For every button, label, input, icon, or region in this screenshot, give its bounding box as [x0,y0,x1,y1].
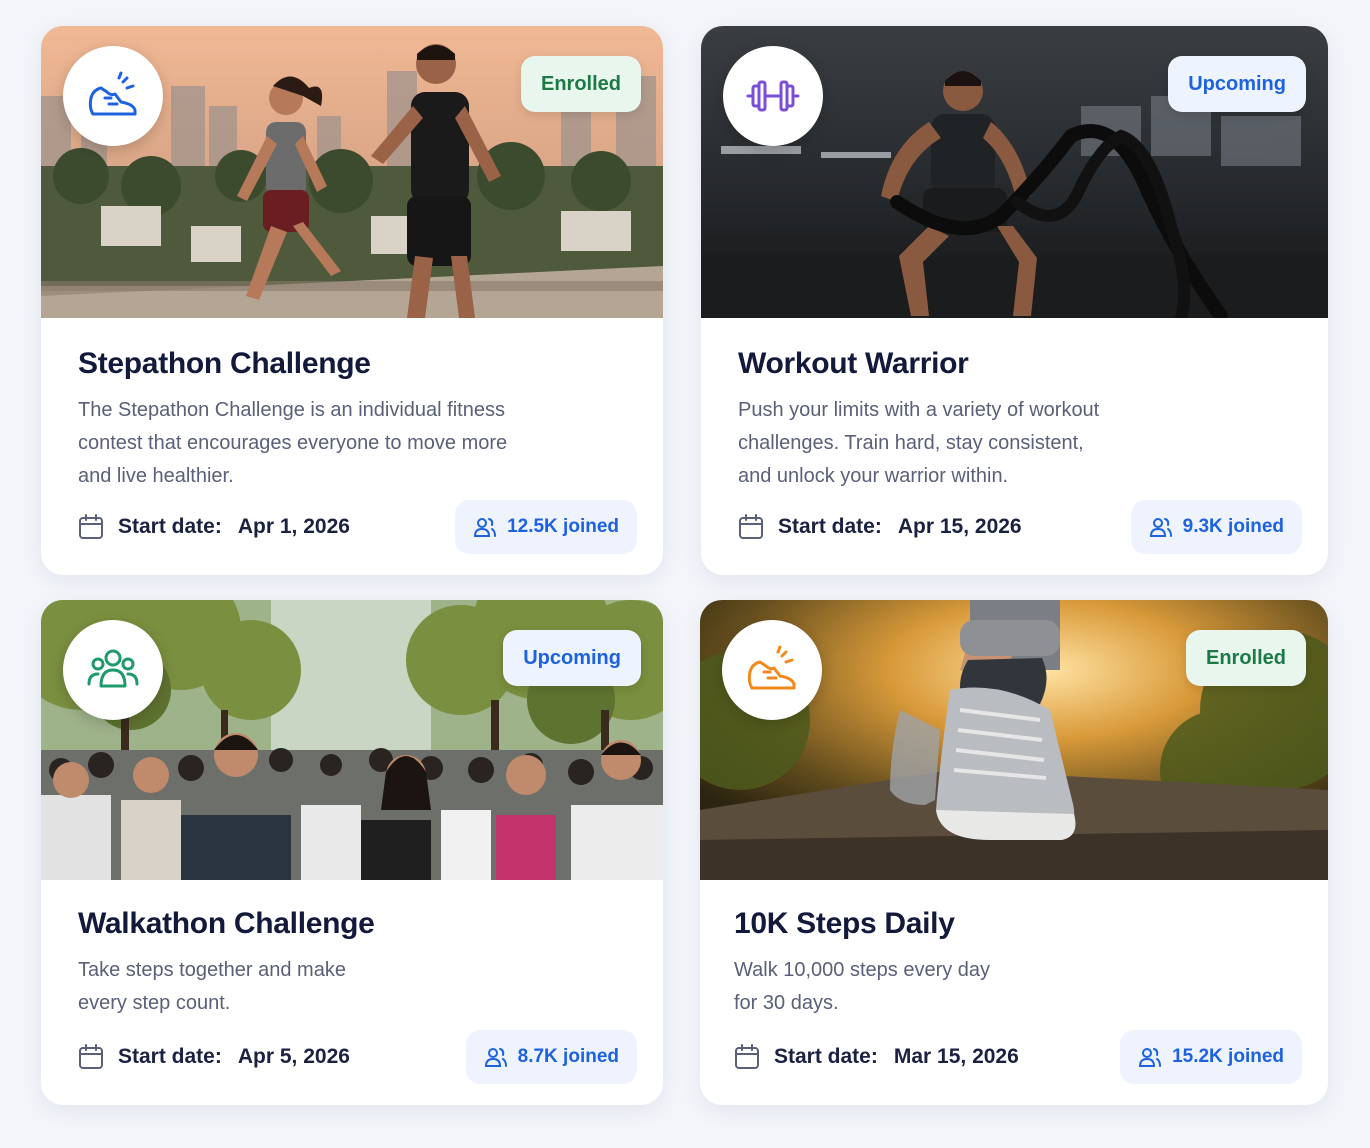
joined-count: 15.2K joined [1172,1046,1284,1067]
start-date-value: Apr 1, 2026 [237,515,350,538]
users-icon [1139,1048,1162,1067]
calendar-icon [79,1044,103,1069]
start-date-label: Start date: [118,1045,222,1068]
calendar-icon [735,1044,759,1069]
challenge-card-workout-warrior[interactable]: Upcoming Workout Warrior Push your limit… [701,26,1328,575]
running-shoe-icon [63,46,163,146]
users-icon [474,518,497,537]
status-badge[interactable]: Upcoming [503,630,641,686]
start-date: Start date: Apr 5, 2026 [78,1044,350,1070]
start-date-label: Start date: [778,515,882,538]
start-date-value: Apr 15, 2026 [897,515,1022,538]
card-description: Push your limits with a variety of worko… [738,399,1100,487]
status-badge[interactable]: Upcoming [1168,56,1306,112]
start-date: Start date: Apr 15, 2026 [738,514,1022,540]
users-icon [1149,518,1172,537]
calendar-icon [79,514,103,539]
joined-count: 8.7K joined [517,1046,619,1067]
start-date-label: Start date: [774,1045,878,1068]
card-title: Stepathon Challenge [78,347,371,380]
joined-count: 12.5K joined [507,516,619,537]
joined-count-button[interactable]: 8.7K joined [465,1030,637,1084]
challenge-card-10k-steps[interactable]: Enrolled 10K Steps Daily Walk 10,000 ste… [700,600,1328,1105]
start-date-label: Start date: [118,515,222,538]
card-title: 10K Steps Daily [734,907,955,940]
running-shoe-icon [722,620,822,720]
joined-count-button[interactable]: 15.2K joined [1120,1030,1302,1084]
challenge-card-stepathon[interactable]: Enrolled Stepathon Challenge The Stepath… [41,26,663,575]
start-date-value: Mar 15, 2026 [893,1045,1019,1068]
status-badge[interactable]: Enrolled [1185,630,1306,686]
card-description: The Stepathon Challenge is an individual… [78,399,508,487]
users-icon [484,1048,507,1067]
start-date: Start date: Mar 15, 2026 [734,1044,1019,1070]
group-icon [63,620,163,720]
card-title: Workout Warrior [738,347,969,380]
challenge-card-walkathon[interactable]: Upcoming Walkathon Challenge Take steps … [41,600,663,1105]
calendar-icon [739,514,763,539]
card-description: Take steps together and make every step … [78,959,346,1014]
card-description: Walk 10,000 steps every day for 30 days. [734,959,991,1014]
joined-count-button[interactable]: 12.5K joined [455,500,637,554]
status-badge[interactable]: Enrolled [520,56,641,112]
joined-count: 9.3K joined [1182,516,1284,537]
start-date-value: Apr 5, 2026 [237,1045,350,1068]
dumbbell-icon [723,46,823,146]
start-date: Start date: Apr 1, 2026 [78,514,350,540]
card-title: Walkathon Challenge [78,907,375,940]
joined-count-button[interactable]: 9.3K joined [1130,500,1302,554]
